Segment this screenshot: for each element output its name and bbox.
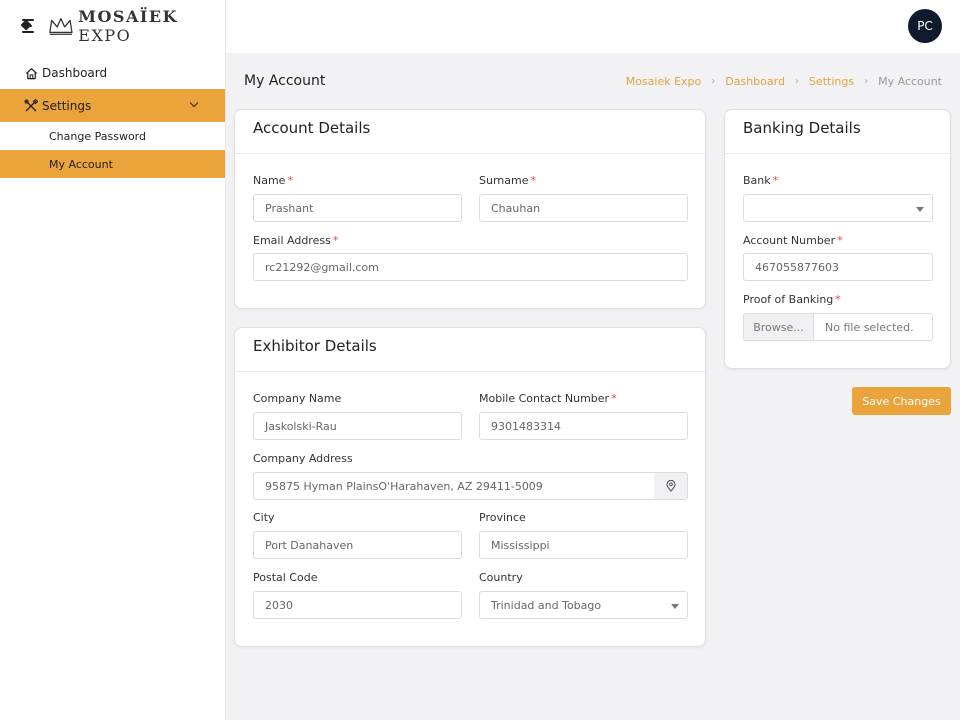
brand-bar: MOSAÏEK EXPO: [0, 0, 225, 52]
postal-code-label: Postal Code: [253, 571, 318, 584]
topbar: PC: [226, 0, 960, 53]
card-title: Exhibitor Details: [235, 328, 705, 372]
home-icon: [24, 66, 38, 80]
location-pin-icon[interactable]: [654, 472, 688, 500]
caret-down-icon: [671, 604, 679, 609]
company-address-label: Company Address: [253, 452, 353, 465]
proof-of-banking-file-input[interactable]: Browse... No file selected.: [743, 313, 933, 341]
save-changes-button[interactable]: Save Changes: [852, 387, 951, 415]
postal-code-input[interactable]: 2030: [253, 591, 462, 619]
country-select[interactable]: Trinidad and Tobago: [479, 591, 688, 619]
crown-icon: [49, 17, 74, 35]
chevron-down-icon: [189, 98, 199, 108]
card-title: Account Details: [235, 110, 705, 154]
sidebar-item-dashboard[interactable]: Dashboard: [0, 57, 225, 89]
menu-collapse-icon[interactable]: [20, 18, 40, 34]
breadcrumb-dashboard[interactable]: Dashboard: [725, 75, 785, 88]
email-label: Email Address *: [253, 234, 339, 247]
name-label: Name *: [253, 174, 293, 187]
breadcrumb-settings[interactable]: Settings: [809, 75, 854, 88]
city-input[interactable]: Port Danahaven: [253, 531, 462, 559]
province-label: Province: [479, 511, 526, 524]
page-title: My Account: [244, 73, 326, 89]
exhibitor-details-card: Exhibitor Details Company Name Jaskolski…: [234, 327, 706, 647]
browse-button[interactable]: Browse...: [744, 314, 814, 340]
tools-icon: [24, 98, 38, 113]
logo[interactable]: MOSAÏEK EXPO: [48, 7, 225, 45]
sidebar-subitem-label: Change Password: [49, 129, 146, 143]
avatar[interactable]: PC: [908, 9, 942, 43]
province-input[interactable]: Mississippi: [479, 531, 688, 559]
company-name-input[interactable]: Jaskolski-Rau: [253, 412, 462, 440]
sidebar: MOSAÏEK EXPO Dashboard Settings Change P…: [0, 0, 226, 720]
email-input[interactable]: rc21292@gmail.com: [253, 253, 688, 281]
surname-input[interactable]: Chauhan: [479, 194, 688, 222]
account-details-card: Account Details Name * Prashant Surname * …: [234, 109, 706, 309]
country-label: Country: [479, 571, 523, 584]
caret-down-icon: [916, 207, 924, 212]
sidebar-subitem-change-password[interactable]: Change Password: [0, 122, 225, 150]
city-label: City: [253, 511, 275, 524]
company-address-input[interactable]: 95875 Hyman PlainsO'Harahaven, AZ 29411-…: [253, 472, 655, 500]
bank-label: Bank *: [743, 174, 779, 187]
mobile-input[interactable]: 9301483314: [479, 412, 688, 440]
breadcrumb-current: My Account: [878, 75, 942, 88]
sidebar-subitem-label: My Account: [49, 157, 113, 171]
bank-select[interactable]: [743, 194, 933, 222]
chevron-right-icon: ›: [864, 76, 869, 87]
company-name-label: Company Name: [253, 392, 342, 405]
account-number-label: Account Number *: [743, 234, 843, 247]
sidebar-item-label: Dashboard: [42, 66, 108, 80]
logo-text: MOSAÏEK EXPO: [78, 7, 178, 45]
breadcrumb: Mosaiek Expo › Dashboard › Settings › My…: [626, 75, 942, 88]
sidebar-item-settings[interactable]: Settings: [0, 89, 225, 122]
breadcrumb-mosaiek-expo[interactable]: Mosaiek Expo: [626, 75, 702, 88]
mobile-label: Mobile Contact Number *: [479, 392, 617, 405]
card-title: Banking Details: [725, 110, 950, 154]
name-input[interactable]: Prashant: [253, 194, 462, 222]
proof-of-banking-label: Proof of Banking *: [743, 293, 841, 306]
sidebar-item-label: Settings: [42, 98, 92, 113]
account-number-input[interactable]: 467055877603: [743, 253, 933, 281]
chevron-right-icon: ›: [794, 76, 799, 87]
surname-label: Surname *: [479, 174, 536, 187]
file-status-text: No file selected.: [825, 320, 914, 334]
sidebar-nav: Dashboard Settings Change Password My Ac…: [0, 57, 225, 178]
sidebar-subitem-my-account[interactable]: My Account: [0, 150, 225, 178]
chevron-right-icon: ›: [711, 76, 716, 87]
banking-details-card: Banking Details Bank * Account Number * 46…: [724, 109, 951, 369]
country-select-value: Trinidad and Tobago: [491, 598, 602, 612]
